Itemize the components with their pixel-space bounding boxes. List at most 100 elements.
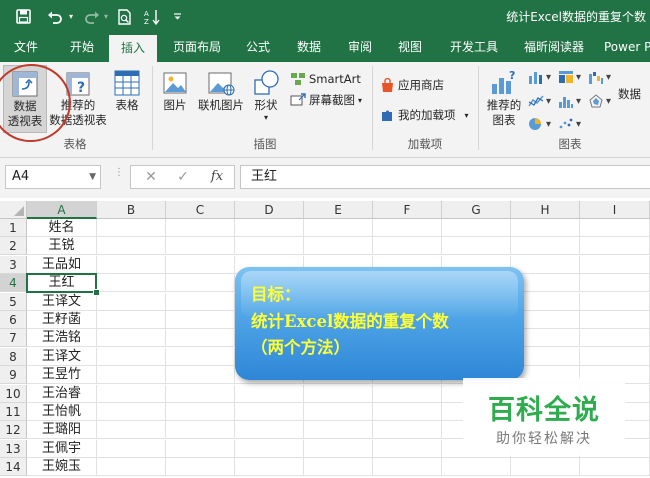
empty-cell[interactable] xyxy=(235,384,304,403)
column-header-h[interactable]: H xyxy=(511,201,580,219)
office-store-button[interactable]: 应用商店 xyxy=(380,76,444,94)
name-cell[interactable]: 王昱竹 xyxy=(27,366,97,385)
empty-cell[interactable] xyxy=(166,347,235,366)
empty-cell[interactable] xyxy=(97,421,166,440)
empty-cell[interactable] xyxy=(166,458,235,477)
empty-cell[interactable] xyxy=(580,274,650,293)
column-header-b[interactable]: B xyxy=(97,201,166,219)
tab-formulas[interactable]: 公式 xyxy=(238,33,278,62)
name-cell[interactable]: 王怡帆 xyxy=(27,403,97,421)
empty-cell[interactable] xyxy=(166,329,235,348)
my-addins-button[interactable]: 我的加载项 ▾ xyxy=(380,106,469,124)
tab-developer[interactable]: 开发工具 xyxy=(444,33,504,62)
empty-cell[interactable] xyxy=(97,311,166,329)
empty-cell[interactable] xyxy=(97,329,166,348)
tab-home[interactable]: 开始 xyxy=(60,33,104,62)
column-header-d[interactable]: D xyxy=(235,201,304,219)
tab-insert[interactable]: 插入 xyxy=(109,35,157,62)
name-cell[interactable]: 王锐 xyxy=(27,237,97,256)
empty-cell[interactable] xyxy=(235,421,304,440)
tab-page-layout[interactable]: 页面布局 xyxy=(165,33,229,62)
row-header[interactable]: 7 xyxy=(0,329,27,348)
row-header[interactable]: 6 xyxy=(0,311,27,329)
empty-cell[interactable] xyxy=(304,403,373,421)
column-chart-button[interactable]: ▾ xyxy=(528,70,551,84)
empty-cell[interactable] xyxy=(235,403,304,421)
pictures-button[interactable]: 图片 xyxy=(158,65,192,133)
cancel-icon[interactable]: ✕ xyxy=(139,167,163,187)
empty-cell[interactable] xyxy=(97,403,166,421)
column-header-c[interactable]: C xyxy=(166,201,235,219)
table-button[interactable]: 表格 xyxy=(110,65,144,133)
row-header[interactable]: 10 xyxy=(0,384,27,403)
empty-cell[interactable] xyxy=(97,347,166,366)
enter-icon[interactable]: ✓ xyxy=(171,167,195,187)
name-cell[interactable]: 王红 xyxy=(27,274,97,293)
waterfall-chart-button[interactable]: ▾ xyxy=(588,70,611,84)
empty-cell[interactable] xyxy=(511,255,580,274)
tab-review[interactable]: 审阅 xyxy=(340,33,380,62)
statistic-chart-button[interactable]: ▾ xyxy=(558,94,581,108)
empty-cell[interactable] xyxy=(166,366,235,385)
print-preview-icon[interactable] xyxy=(114,0,134,33)
undo-icon[interactable] xyxy=(44,0,66,33)
empty-cell[interactable] xyxy=(304,439,373,458)
select-all-corner[interactable] xyxy=(0,201,27,219)
empty-cell[interactable] xyxy=(304,458,373,477)
empty-cell[interactable] xyxy=(511,458,580,477)
empty-cell[interactable] xyxy=(373,237,442,256)
column-header-i[interactable]: I xyxy=(580,201,650,219)
name-box[interactable]: A4 ▼ xyxy=(5,165,101,189)
empty-cell[interactable] xyxy=(166,219,235,237)
column-header-g[interactable]: G xyxy=(442,201,511,219)
screenshot-button[interactable]: 屏幕截图 ▾ xyxy=(290,91,362,109)
empty-cell[interactable] xyxy=(373,219,442,237)
empty-cell[interactable] xyxy=(235,439,304,458)
name-box-dropdown-icon[interactable]: ▼ xyxy=(89,166,96,188)
sort-ascending-icon[interactable]: AZ xyxy=(142,0,162,33)
tab-data[interactable]: 数据 xyxy=(289,33,329,62)
empty-cell[interactable] xyxy=(373,384,442,403)
row-header[interactable]: 12 xyxy=(0,421,27,440)
empty-cell[interactable] xyxy=(304,421,373,440)
name-cell[interactable]: 王婉玉 xyxy=(27,458,97,477)
line-chart-button[interactable]: ▾ xyxy=(528,94,551,108)
column-header-f[interactable]: F xyxy=(373,201,442,219)
empty-cell[interactable] xyxy=(580,347,650,366)
empty-cell[interactable] xyxy=(235,219,304,237)
redo-icon[interactable] xyxy=(82,0,102,33)
pivotchart-button[interactable]: 数据 xyxy=(618,87,650,117)
empty-cell[interactable] xyxy=(235,458,304,477)
empty-cell[interactable] xyxy=(97,274,166,293)
save-icon[interactable] xyxy=(12,0,34,33)
empty-cell[interactable] xyxy=(166,384,235,403)
empty-cell[interactable] xyxy=(166,237,235,256)
shapes-button[interactable]: 形状 ▾ xyxy=(249,65,283,133)
smartart-button[interactable]: SmartArt xyxy=(290,70,361,88)
empty-cell[interactable] xyxy=(580,292,650,311)
empty-cell[interactable] xyxy=(373,458,442,477)
name-cell[interactable]: 姓名 xyxy=(27,219,97,237)
hierarchy-chart-button[interactable]: ▾ xyxy=(558,70,581,84)
column-header-e[interactable]: E xyxy=(304,201,373,219)
empty-cell[interactable] xyxy=(97,255,166,274)
empty-cell[interactable] xyxy=(373,421,442,440)
empty-cell[interactable] xyxy=(580,311,650,329)
empty-cell[interactable] xyxy=(442,458,511,477)
name-cell[interactable]: 王佩宇 xyxy=(27,439,97,458)
empty-cell[interactable] xyxy=(580,237,650,256)
insert-function-icon[interactable]: fx xyxy=(205,167,229,187)
formula-bar-grip-icon[interactable]: ⋮ xyxy=(114,168,124,184)
row-header[interactable]: 5 xyxy=(0,292,27,311)
empty-cell[interactable] xyxy=(235,237,304,256)
recommended-charts-button[interactable]: ? 推荐的 图表 xyxy=(484,65,524,133)
customize-qat-icon[interactable] xyxy=(170,0,184,33)
row-header[interactable]: 9 xyxy=(0,366,27,385)
undo-dropdown-icon[interactable]: ▾ xyxy=(66,0,76,33)
name-cell[interactable]: 王品如 xyxy=(27,255,97,274)
empty-cell[interactable] xyxy=(304,237,373,256)
name-cell[interactable]: 王浩铭 xyxy=(27,329,97,348)
column-header-a[interactable]: A xyxy=(27,201,97,219)
row-header[interactable]: 1 xyxy=(0,219,27,237)
empty-cell[interactable] xyxy=(580,255,650,274)
